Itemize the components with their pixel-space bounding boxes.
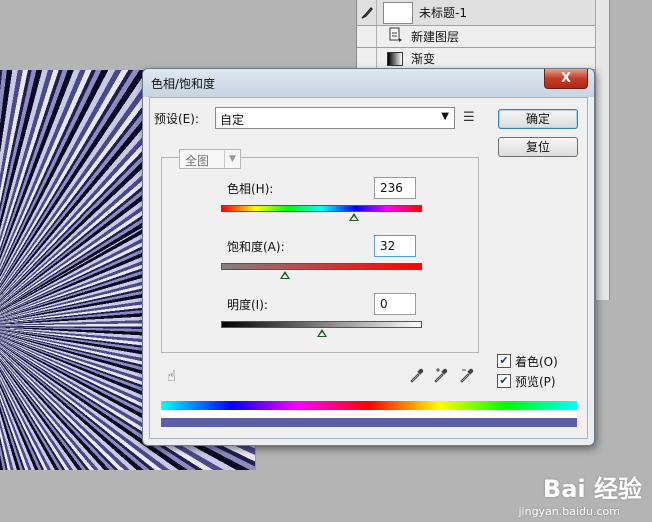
- eyedropper-minus-icon[interactable]: [459, 367, 477, 385]
- layers-scrollbar[interactable]: [595, 0, 609, 300]
- lightness-label: 明度(I):: [227, 298, 268, 312]
- brush-icon[interactable]: [357, 0, 377, 25]
- lightness-slider-thumb[interactable]: [316, 329, 327, 337]
- hand-adjust-icon[interactable]: ☝: [167, 367, 185, 385]
- baidu-logo: Bai 经验: [542, 475, 642, 503]
- channel-select[interactable]: 全图 ▼: [179, 149, 241, 169]
- preset-label: 预设(E):: [154, 112, 199, 126]
- dialog-titlebar[interactable]: 色相/饱和度 X: [143, 69, 594, 97]
- layer-row[interactable]: 渐变: [357, 48, 595, 70]
- gradient-icon: [387, 51, 403, 66]
- layer-label: 渐变: [411, 52, 436, 66]
- input-color-bar: [161, 401, 577, 410]
- colorize-label: 着色(O): [515, 355, 558, 369]
- saturation-slider-thumb[interactable]: [280, 271, 291, 279]
- eyedropper-plus-icon[interactable]: [433, 367, 451, 385]
- saturation-label: 饱和度(A):: [227, 240, 285, 254]
- reset-button[interactable]: 复位: [498, 137, 578, 157]
- saturation-slider-track[interactable]: [221, 263, 422, 270]
- hue-slider-thumb[interactable]: [348, 213, 359, 221]
- layer-label: 新建图层: [411, 30, 460, 44]
- preview-checkbox[interactable]: ✔: [497, 374, 511, 388]
- color-bar-gap: [161, 410, 577, 418]
- preview-label: 预览(P): [515, 375, 556, 389]
- hue-input[interactable]: 236: [374, 177, 416, 199]
- preset-select[interactable]: 自定 ▼: [215, 107, 455, 129]
- hue-label: 色相(H):: [227, 182, 274, 196]
- dropdown-arrow-icon: ▼: [224, 150, 240, 168]
- eyedropper-icon[interactable]: [409, 367, 427, 385]
- new-layer-icon: [387, 27, 403, 46]
- lightness-input[interactable]: 0: [374, 293, 416, 315]
- layer-thumbnail: [383, 1, 413, 24]
- visibility-toggle[interactable]: [357, 26, 377, 47]
- lightness-slider-track[interactable]: [221, 321, 422, 328]
- saturation-input[interactable]: 32: [374, 235, 416, 257]
- layer-row[interactable]: 新建图层: [357, 26, 595, 48]
- preset-value: 自定: [220, 113, 245, 127]
- dialog-title: 色相/饱和度: [151, 77, 216, 91]
- layer-label: 未标题-1: [419, 6, 467, 20]
- watermark-url: jingyan.baidu.com: [518, 505, 620, 518]
- preset-menu-icon[interactable]: ☰: [463, 111, 479, 125]
- colorize-checkbox[interactable]: ✔: [497, 354, 511, 368]
- close-button[interactable]: X: [544, 69, 588, 89]
- hue-saturation-dialog: 色相/饱和度 X 预设(E): 自定 ▼ ☰ 确定 复位 全图 ▼ 色相(H):…: [142, 68, 595, 446]
- dropdown-arrow-icon: ▼: [441, 111, 449, 122]
- layer-row[interactable]: 未标题-1: [357, 0, 595, 26]
- hue-slider-track[interactable]: [221, 205, 422, 212]
- output-color-bar: [161, 418, 577, 427]
- channel-value: 全图: [185, 154, 210, 168]
- visibility-toggle[interactable]: [357, 48, 377, 69]
- ok-button[interactable]: 确定: [498, 109, 578, 129]
